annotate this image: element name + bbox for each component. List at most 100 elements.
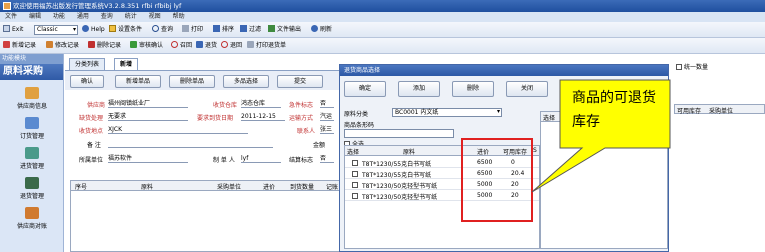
set-condition-button[interactable]: 设置条件 — [109, 25, 142, 35]
col-select: 选择 — [347, 149, 360, 156]
refresh-icon — [311, 25, 318, 32]
dialog-delete-button[interactable]: 删除 — [452, 81, 494, 97]
sort-icon — [213, 25, 220, 32]
sidebar-item-return-mgmt[interactable]: 退货管理 — [0, 177, 64, 200]
return-icon — [196, 41, 203, 48]
return-goods-button[interactable]: 退货 — [196, 41, 217, 51]
col-account: 记账 — [326, 184, 339, 191]
send-back-button[interactable]: 退回 — [221, 41, 242, 51]
check-icon — [130, 41, 137, 48]
sidebar-item-supplier-reconcile[interactable]: 供应商对账 — [0, 207, 64, 230]
sidebar-section-title[interactable]: 原料采购 — [0, 64, 63, 80]
dialog-confirm-button[interactable]: 确定 — [344, 81, 386, 97]
sort-button[interactable]: 排序 — [213, 25, 234, 35]
help-icon — [82, 25, 89, 32]
menu-function[interactable]: 功能 — [48, 12, 70, 22]
row-checkbox[interactable] — [352, 160, 358, 166]
category-select[interactable]: BC0001 内文纸 — [392, 108, 502, 117]
amount-label: 金额 — [313, 142, 326, 149]
sidebar-item-purchase-mgmt[interactable]: 进货管理 — [0, 147, 64, 170]
menu-common[interactable]: 通用 — [72, 12, 94, 22]
row-checkbox[interactable] — [352, 171, 358, 177]
tab-new[interactable]: 新增 — [114, 58, 139, 70]
new-record-icon — [3, 41, 10, 48]
inner-toolbar: 确认 新增单品 删除单品 多品选择 提交 — [65, 70, 340, 90]
tab-category-list[interactable]: 分类列表 — [69, 58, 106, 70]
col-price: 进价 — [263, 184, 276, 191]
delete-item-button[interactable]: 删除单品 — [169, 75, 215, 88]
barcode-input[interactable] — [344, 129, 454, 138]
col-arrival-qty: 到货数量 — [290, 184, 315, 191]
row-checkbox[interactable] — [352, 193, 358, 199]
theme-select[interactable]: Classic — [34, 25, 78, 35]
refresh-button[interactable]: 刷新 — [311, 25, 332, 35]
col-index: 序号 — [75, 184, 88, 191]
transport-field[interactable]: 汽运 — [320, 113, 334, 121]
print-button[interactable]: 打印 — [182, 25, 203, 35]
receiving-warehouse-field[interactable]: 鸿态仓库 — [241, 100, 281, 108]
menu-bar: 文件 编辑 功能 通用 查询 统计 视图 帮助 — [0, 12, 765, 22]
table-header: 序号 原料 采购单位 进价 到货数量 记账 — [71, 181, 341, 191]
menu-query[interactable]: 查询 — [96, 12, 118, 22]
help-button[interactable]: Help — [82, 25, 105, 35]
printer-icon — [182, 25, 189, 32]
sidebar-item-order-mgmt[interactable]: 订货管理 — [0, 117, 64, 140]
new-record-button[interactable]: 新增记录 — [3, 41, 36, 51]
right-panel: 统一数量 可用库存 采购单位 — [674, 54, 765, 252]
submit-button[interactable]: 提交 — [277, 75, 323, 88]
supplier-label: 供应商 — [87, 102, 106, 109]
contact-field[interactable]: 张三 — [320, 126, 334, 134]
barcode-label: 商品条形码 — [344, 122, 375, 129]
filter-button[interactable]: 过滤 — [240, 25, 261, 35]
add-item-button[interactable]: 新增单品 — [115, 75, 161, 88]
approve-button[interactable]: 审核确认 — [130, 41, 163, 51]
row-checkbox[interactable] — [352, 182, 358, 188]
query-button[interactable]: 查询 — [152, 25, 173, 35]
note-field[interactable] — [108, 140, 273, 148]
transport-label: 运输方式 — [289, 115, 314, 122]
maker-label: 制 单 人 — [213, 157, 235, 164]
delivery-place-label: 收货地点 — [79, 128, 104, 135]
unit-field[interactable]: 福苏软件 — [108, 155, 188, 163]
menu-view[interactable]: 视图 — [144, 12, 166, 22]
sidebar-item-supplier-info[interactable]: 供应商信息 — [0, 87, 64, 110]
export-button[interactable]: 文件输出 — [268, 25, 301, 35]
maker-field[interactable]: lyf — [241, 155, 281, 163]
order-items-table: 序号 原料 采购单位 进价 到货数量 记账 — [70, 180, 342, 252]
confirm-button[interactable]: 确认 — [70, 75, 104, 88]
recall-button[interactable]: 召回 — [171, 41, 192, 51]
exit-button[interactable]: Exit — [3, 25, 23, 35]
urgent-field[interactable]: 否 — [320, 100, 334, 108]
edit-icon — [46, 41, 53, 48]
menu-help[interactable]: 帮助 — [168, 12, 190, 22]
excel-icon — [268, 25, 275, 32]
required-date-field[interactable]: 2011-12-15 — [241, 113, 285, 121]
order-icon — [25, 117, 39, 129]
supplier-field[interactable]: 福州闽镇纸业厂 — [108, 100, 188, 108]
settle-label: 结算标志 — [289, 157, 314, 164]
search-icon — [152, 25, 159, 32]
callout-text: 商品的可退货 库存 — [572, 90, 656, 130]
sidebar-header: 功能模块 — [0, 54, 63, 64]
dialog-add-button[interactable]: 添加 — [398, 81, 440, 97]
main-toolbar: Exit Classic Help 设置条件 查询 打印 排序 过滤 文件输出 … — [0, 22, 765, 38]
menu-edit[interactable]: 编辑 — [24, 12, 46, 22]
settle-field[interactable]: 否 — [320, 155, 334, 163]
order-form: 供应商 福州闽镇纸业厂 收货仓库 鸿态仓库 急件标志 否 缺货处理 无要求 要求… — [65, 94, 340, 174]
shortage-field[interactable]: 无要求 — [108, 113, 188, 121]
delete-record-button[interactable]: 删除记录 — [88, 41, 121, 51]
delivery-place-field[interactable]: XJCK — [108, 126, 248, 134]
multi-select-button[interactable]: 多品选择 — [223, 75, 269, 88]
contact-label: 联系人 — [297, 128, 316, 135]
print-return-button[interactable]: 打印退货单 — [247, 41, 286, 51]
menu-stats[interactable]: 统计 — [120, 12, 142, 22]
printer-icon — [247, 41, 254, 48]
col-material: 原料 — [403, 149, 416, 156]
note-label: 备 注 — [87, 142, 101, 149]
recall-icon — [171, 41, 178, 48]
menu-file[interactable]: 文件 — [0, 12, 22, 22]
sidebar: 功能模块 原料采购 供应商信息 订货管理 进货管理 退货管理 供应商对账 — [0, 54, 64, 252]
unit-label: 所属单位 — [79, 157, 104, 164]
unify-qty-checkbox[interactable]: 统一数量 — [676, 62, 708, 71]
edit-record-button[interactable]: 修改记录 — [46, 41, 79, 51]
